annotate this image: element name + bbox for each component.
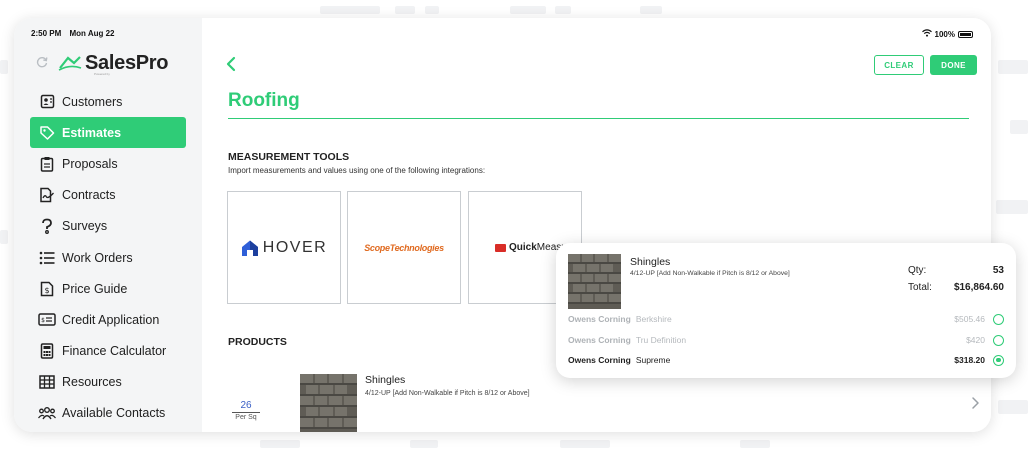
sidebar-item-contracts[interactable]: Contracts — [30, 180, 186, 211]
sidebar-item-label: Estimates — [62, 125, 122, 140]
sidebar-item-label: Work Orders — [62, 250, 133, 265]
popup-product-name: Shingles — [630, 256, 671, 268]
option-row-supreme[interactable]: Owens Corning Supreme $318.20 — [568, 352, 1004, 368]
product-open-button[interactable] — [970, 396, 980, 410]
sidebar-item-work-orders[interactable]: Work Orders — [30, 242, 186, 273]
option-radio-selected[interactable] — [993, 354, 1004, 366]
svg-text:$: $ — [44, 286, 49, 295]
sidebar-item-label: Resources — [62, 375, 122, 390]
salespro-logo-icon — [58, 54, 82, 72]
tag-icon — [38, 124, 56, 142]
sidebar: 2:50 PM Mon Aug 22 SalesPro Powered by C… — [14, 18, 202, 432]
sidebar-item-label: Surveys — [62, 219, 108, 234]
sidebar-item-proposals[interactable]: Proposals — [30, 148, 186, 179]
wifi-icon — [921, 29, 932, 39]
scope-technologies-logo: ScopeTechnologies — [364, 242, 444, 253]
sidebar-item-label: Contracts — [62, 188, 116, 203]
sidebar-item-available-contacts[interactable]: Available Contacts — [30, 398, 186, 429]
product-qty-unit: Per Sq — [235, 414, 257, 421]
chevron-left-icon — [226, 56, 236, 72]
sidebar-item-resources[interactable]: Resources — [30, 367, 186, 398]
people-icon — [38, 404, 56, 422]
svg-text:$: $ — [41, 317, 45, 324]
title-divider — [228, 118, 969, 119]
sidebar-item-finance-calculator[interactable]: Finance Calculator — [30, 336, 186, 367]
status-date: Mon Aug 22 — [69, 29, 115, 38]
page-title: Roofing — [228, 90, 300, 111]
sidebar-item-label: Price Guide — [62, 281, 128, 296]
sidebar-item-label: Credit Application — [62, 312, 160, 327]
product-qty-value: 26 — [240, 400, 252, 411]
measurement-tools-subtitle: Import measurements and values using one… — [228, 166, 486, 175]
product-description: 4/12-UP [Add Non-Walkable if Pitch is 8/… — [365, 390, 530, 397]
question-icon — [38, 217, 56, 235]
option-line: Tru Definition — [635, 335, 687, 345]
popup-shingles-thumbnail — [568, 254, 621, 309]
option-row-tru-definition[interactable]: Owens Corning Tru Definition $420 — [568, 332, 1004, 348]
measurement-tools-title: MEASUREMENT TOOLS — [228, 151, 350, 163]
option-radio[interactable] — [993, 334, 1004, 346]
total-value: $16,864.60 — [953, 282, 1004, 293]
dollar-doc-icon: $ — [38, 280, 56, 298]
chevron-right-icon — [972, 397, 979, 409]
qty-divider — [232, 412, 260, 413]
clear-button[interactable]: CLEAR — [874, 55, 924, 75]
option-line: Supreme — [635, 355, 671, 365]
option-line: Berkshire — [635, 314, 672, 324]
product-options-popup: Shingles 4/12-UP [Add Non-Walkable if Pi… — [556, 243, 1016, 378]
product-qty[interactable]: 26 Per Sq — [232, 400, 260, 421]
sidebar-item-label: Finance Calculator — [62, 344, 167, 359]
status-bar-right: 100% — [921, 29, 973, 39]
sidebar-item-label: Customers — [62, 94, 123, 109]
tool-card-hover[interactable]: HOVER — [227, 191, 341, 304]
done-button[interactable]: DONE — [930, 55, 977, 75]
qty-value: 53 — [992, 265, 1004, 276]
option-brand: Owens Corning — [568, 314, 631, 324]
option-price: $420 — [966, 335, 985, 345]
qty-label: Qty: — [908, 265, 927, 276]
option-brand: Owens Corning — [568, 355, 631, 365]
products-title: PRODUCTS — [228, 336, 287, 348]
hover-logo-text: HOVER — [262, 238, 328, 256]
status-time: 2:50 PM — [31, 29, 62, 38]
option-price: $505.46 — [954, 314, 985, 324]
tool-card-scope[interactable]: ScopeTechnologies — [347, 191, 461, 304]
gaf-badge-icon — [495, 243, 506, 252]
sidebar-item-label: Proposals — [62, 156, 118, 171]
clipboard-icon — [38, 155, 56, 173]
hover-house-icon — [241, 240, 258, 256]
shingles-thumbnail — [300, 374, 357, 432]
battery-icon — [958, 30, 973, 38]
option-brand: Owens Corning — [568, 335, 631, 345]
hover-logo: HOVER — [241, 239, 327, 257]
sidebar-item-customers[interactable]: Customers — [30, 86, 186, 117]
customer-card-icon — [38, 93, 56, 111]
grid-icon — [38, 373, 56, 391]
sidebar-item-surveys[interactable]: Surveys — [30, 211, 186, 242]
sidebar-item-price-guide[interactable]: $ Price Guide — [30, 273, 186, 304]
refresh-icon[interactable] — [36, 56, 48, 71]
popup-product-description: 4/12-UP [Add Non-Walkable if Pitch is 8/… — [630, 270, 790, 277]
signature-doc-icon — [38, 186, 56, 204]
calculator-icon — [38, 342, 56, 360]
sidebar-item-credit-application[interactable]: $ Credit Application — [30, 304, 186, 335]
product-name: Shingles — [365, 374, 406, 386]
list-icon — [38, 249, 56, 267]
total-label: Total: — [908, 282, 932, 293]
status-bar-left: 2:50 PM Mon Aug 22 — [31, 29, 121, 38]
powered-by-text: Powered by — [94, 72, 110, 76]
credit-card-icon: $ — [38, 311, 56, 329]
sidebar-nav: Customers Estimates Proposals Contracts — [30, 86, 186, 429]
option-radio[interactable] — [993, 313, 1004, 325]
sidebar-item-label: Available Contacts — [62, 406, 166, 421]
sidebar-item-estimates[interactable]: Estimates — [30, 117, 186, 149]
option-price: $318.20 — [954, 355, 985, 365]
back-button[interactable] — [224, 55, 238, 73]
option-row-berkshire[interactable]: Owens Corning Berkshire $505.46 — [568, 311, 1004, 327]
battery-percent: 100% — [934, 29, 955, 39]
